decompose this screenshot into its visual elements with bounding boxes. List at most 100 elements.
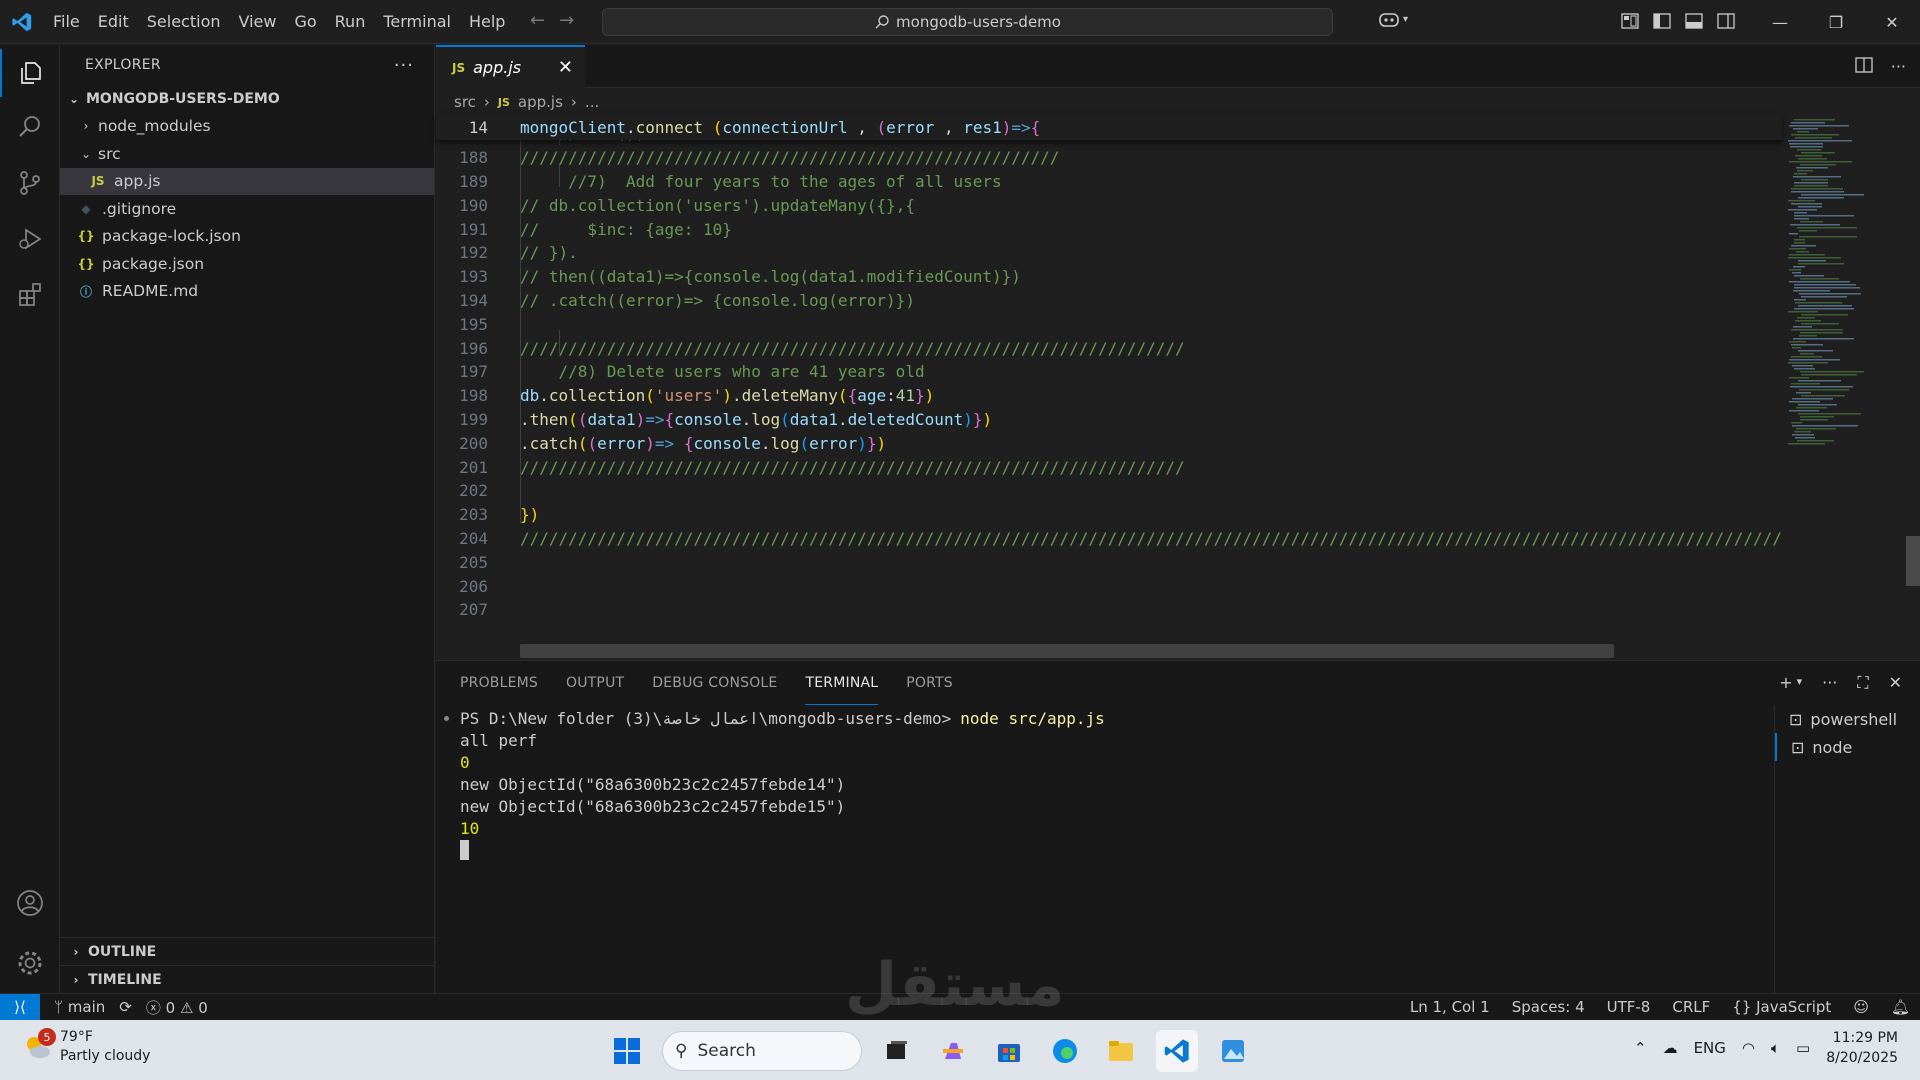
more-actions-icon[interactable]: ··· [394,55,414,76]
explorer-icon[interactable] [0,49,60,97]
tree-item-app-js[interactable]: JS app.js [60,167,434,195]
breadcrumb-more[interactable]: ... [585,93,599,111]
copilot-app-icon[interactable] [932,1030,974,1072]
horizontal-scrollbar[interactable] [520,644,1614,658]
edge-browser-icon[interactable] [1044,1030,1086,1072]
chevron-up-icon[interactable]: ⌃ [1634,1039,1647,1057]
customize-layout-icon[interactable] [1620,11,1640,31]
clock[interactable]: 11:29 PM 8/20/2025 [1826,1028,1898,1068]
terminal-item-powershell[interactable]: ⊡ powershell [1775,705,1920,733]
vscode-taskbar-icon[interactable] [1156,1030,1198,1072]
menu-terminal[interactable]: Terminal [374,0,460,44]
copilot-button[interactable]: ▾ [1378,10,1408,28]
forward-arrow-icon[interactable]: → [559,10,574,31]
tab-problems[interactable]: PROBLEMS [460,661,538,705]
toggle-secondary-sidebar-icon[interactable] [1716,11,1736,31]
workspace-root-folder[interactable]: ⌄ MONGODB-USERS-DEMO [60,85,434,113]
minimap[interactable] [1782,115,1902,660]
tab-app-js[interactable]: JS app.js ✕ [436,45,585,88]
tab-ports[interactable]: PORTS [906,661,953,705]
encoding[interactable]: UTF-8 [1607,998,1651,1016]
extensions-icon[interactable] [0,271,60,319]
line-ending[interactable]: CRLF [1672,998,1710,1016]
new-terminal-icon[interactable]: + [1779,673,1792,693]
input-language[interactable]: ENG [1694,1039,1726,1057]
code-line: 202 [436,479,1782,503]
battery-icon[interactable]: ▭ [1796,1039,1810,1057]
search-view-icon[interactable] [0,103,60,151]
cursor-position[interactable]: Ln 1, Col 1 [1410,998,1490,1016]
indentation[interactable]: Spaces: 4 [1512,998,1585,1016]
sticky-scroll-header[interactable]: 14 mongoClient.connect (connectionUrl , … [436,115,1782,140]
notifications-bell-icon[interactable]: 🔔︎ [1891,998,1910,1016]
timeline-section[interactable]: › TIMELINE [60,965,435,993]
tab-terminal[interactable]: TERMINAL [805,661,879,705]
run-debug-icon[interactable] [0,215,60,263]
outline-section[interactable]: › OUTLINE [60,937,435,965]
sync-icon[interactable]: ⟳ [119,998,132,1016]
vertical-scrollbar[interactable] [1906,536,1920,586]
tab-output[interactable]: OUTPUT [566,661,624,705]
menu-selection[interactable]: Selection [138,0,230,44]
windows-start-icon[interactable] [606,1030,648,1072]
more-actions-icon[interactable]: ··· [1822,673,1837,693]
more-actions-icon[interactable]: ··· [1891,57,1906,77]
tree-item-package-json[interactable]: {} package.json [60,250,434,278]
weather-widget[interactable]: 5 79°F Partly cloudy [22,1028,150,1066]
tree-item-readme[interactable]: ⓘ README.md [60,278,434,306]
toggle-primary-sidebar-icon[interactable] [1652,11,1672,31]
menu-view[interactable]: View [230,0,286,44]
close-window-icon[interactable]: ✕ [1864,0,1920,44]
minimap-stroke [1791,134,1839,136]
task-view-icon[interactable] [876,1030,918,1072]
file-explorer-icon[interactable] [1100,1030,1142,1072]
terminal-output[interactable]: PS D:\New folder (3)\اعمال خاصة\mongodb-… [444,707,1105,861]
breadcrumb-folder[interactable]: src [454,93,476,111]
menu-run[interactable]: Run [326,0,375,44]
minimap-stroke [1801,314,1848,316]
code-editor[interactable]: 187 // run();188////////////////////////… [436,115,1782,660]
toggle-panel-icon[interactable] [1684,11,1704,31]
split-editor-icon[interactable] [1855,57,1873,77]
tree-item-label: app.js [114,172,161,191]
taskbar-search[interactable]: ⚲ Search [662,1031,862,1071]
chevron-down-icon[interactable]: ▾ [1797,673,1803,693]
minimap-stroke [1798,197,1844,199]
menu-file[interactable]: File [44,0,89,44]
menu-go[interactable]: Go [285,0,325,44]
photos-app-icon[interactable] [1212,1030,1254,1072]
source-control-icon[interactable] [0,159,60,207]
code-text: }) [520,505,540,525]
minimap-stroke [1789,254,1825,256]
tree-item-gitignore[interactable]: ◆ .gitignore [60,195,434,223]
branch-indicator[interactable]: ᛘ main [54,998,105,1016]
menu-edit[interactable]: Edit [89,0,138,44]
microsoft-store-icon[interactable] [988,1030,1030,1072]
close-panel-icon[interactable]: ✕ [1889,673,1902,693]
sticky-code: mongoClient.connect (connectionUrl , (er… [520,118,1041,137]
command-center-search[interactable]: mongodb-users-demo [602,8,1333,36]
accounts-icon[interactable] [0,879,60,927]
tree-item-label: src [98,144,121,163]
onedrive-icon[interactable]: ☁ [1663,1039,1678,1057]
breadcrumb-file[interactable]: app.js [518,93,563,111]
tree-item-src[interactable]: ⌄ src [60,140,434,168]
terminal-item-node[interactable]: ⊡ node [1775,733,1920,761]
manage-gear-icon[interactable] [0,939,60,987]
restore-icon[interactable]: ❐ [1808,0,1864,44]
menu-help[interactable]: Help [460,0,514,44]
tab-debug-console[interactable]: DEBUG CONSOLE [652,661,777,705]
maximize-panel-icon[interactable]: ⛶ [1857,673,1868,693]
language-mode[interactable]: {} JavaScript [1732,998,1831,1016]
close-icon[interactable]: ✕ [558,57,573,78]
back-arrow-icon[interactable]: ← [530,10,545,31]
tree-item-node-modules[interactable]: › node_modules [60,113,434,141]
minimize-icon[interactable]: — [1752,0,1808,44]
copilot-status-icon[interactable]: ☺ [1853,998,1869,1016]
wifi-icon[interactable]: ◠ [1742,1039,1755,1057]
remote-indicator-icon[interactable]: ⟩⟨ [0,993,40,1021]
minimap-stroke [1788,362,1828,364]
volume-icon[interactable]: 🔈︎ [1771,1039,1780,1057]
tree-item-package-lock[interactable]: {} package-lock.json [60,223,434,251]
problems-indicator[interactable]: ⓧ 0 ⚠ 0 [146,997,208,1018]
